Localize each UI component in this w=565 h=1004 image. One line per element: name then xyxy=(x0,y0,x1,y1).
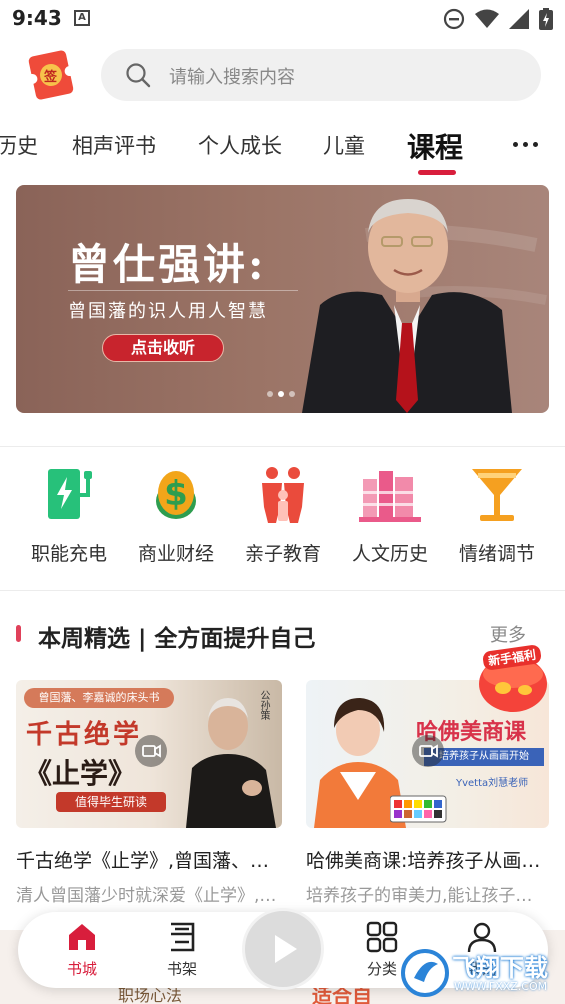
category-parenting[interactable]: 亲子教育 xyxy=(228,463,338,566)
search-bar[interactable]: 请输入搜索内容 xyxy=(101,49,541,101)
search-placeholder: 请输入搜索内容 xyxy=(169,67,295,88)
course-title: 哈佛美商课:培养孩子从画画开始 xyxy=(306,850,549,872)
banner-title: 曾仕强讲: xyxy=(68,240,267,289)
category-skill-charging[interactable]: 职能充电 xyxy=(14,463,124,566)
video-icon xyxy=(135,735,167,767)
active-tab-indicator xyxy=(418,170,456,175)
course-card[interactable]: 哈佛美商课 培养孩子从画画开始 Yvetta刘慧老师 哈佛美商课:培养孩子从画画… xyxy=(306,680,549,906)
course-title: 千古绝学《止学》,曾国藩、李嘉诚的床头书 xyxy=(16,850,282,872)
video-icon xyxy=(412,735,444,767)
tab-crosstalk[interactable]: 相声评书 xyxy=(72,130,156,160)
dnd-icon xyxy=(443,8,465,30)
course-description: 培养孩子的审美力,能让孩子受益一生 xyxy=(306,886,549,906)
more-tabs-button[interactable] xyxy=(508,126,544,162)
category-emotion-regulation[interactable]: 情绪调节 xyxy=(442,463,552,566)
listen-button[interactable]: 点击收听 xyxy=(102,334,224,362)
home-icon xyxy=(69,924,95,950)
tab-children[interactable]: 儿童 xyxy=(323,130,365,160)
site-watermark: 飞翔下载 WWW.FXXZ.COM xyxy=(400,946,560,1002)
nav-bookshelf[interactable]: 书架 xyxy=(152,920,212,979)
wifi-icon xyxy=(475,9,499,28)
banner-subtitle: 曾国藩的识人用人智慧 xyxy=(68,301,268,322)
lecturer-photo xyxy=(186,698,276,828)
grid-icon xyxy=(366,921,398,953)
play-icon xyxy=(275,935,297,963)
cocktail-icon xyxy=(472,469,522,521)
status-bar: 9:43 A xyxy=(0,0,565,40)
books-icon xyxy=(359,471,421,522)
logo-text: 签 xyxy=(44,70,58,85)
promo-banner[interactable]: 曾仕强讲: 曾国藩的识人用人智慧 点击收听 xyxy=(16,185,549,413)
signal-icon xyxy=(509,9,529,29)
watermark-logo-icon xyxy=(401,949,449,997)
palette-image xyxy=(390,795,447,823)
lecturer-portrait xyxy=(302,199,512,413)
category-tabs: 历史 相声评书 个人成长 儿童 课程 xyxy=(0,118,490,180)
battery-icon xyxy=(539,8,553,30)
course-thumbnail: 曾国藩、李嘉诚的床头书 千古绝学 《止学》 值得毕生研读 公孙策 xyxy=(16,680,282,828)
section-marker xyxy=(16,625,21,642)
course-description: 清人曾国藩少时就深爱《止学》,时时研读 xyxy=(16,886,282,906)
category-grid: 职能充电 $ 商业财经 亲子教育 人文历史 情绪调节 xyxy=(0,463,565,573)
tab-personal-growth[interactable]: 个人成长 xyxy=(198,130,282,160)
family-icon xyxy=(262,467,304,523)
nav-bookstore[interactable]: 书城 xyxy=(52,920,112,979)
tab-courses[interactable]: 课程 xyxy=(407,126,463,166)
course-card[interactable]: 曾国藩、李嘉诚的床头书 千古绝学 《止学》 值得毕生研读 公孙策 千古绝学《止学… xyxy=(16,680,282,906)
category-business-finance[interactable]: $ 商业财经 xyxy=(121,463,231,566)
newcomer-gift-button[interactable]: 新手福利 xyxy=(463,640,553,712)
charging-icon xyxy=(48,469,92,519)
notification-icon: A xyxy=(74,10,90,26)
tab-history[interactable]: 历史 xyxy=(0,130,38,160)
status-time: 9:43 xyxy=(12,6,62,30)
player-button[interactable] xyxy=(242,908,324,990)
dollar-icon: $ xyxy=(156,471,196,519)
category-humanities-history[interactable]: 人文历史 xyxy=(335,463,445,566)
search-icon xyxy=(126,63,151,88)
bookshelf-icon xyxy=(171,922,195,952)
svg-text:$: $ xyxy=(164,474,188,514)
section-title: 本周精选 | 全方面提升自己 xyxy=(38,626,316,652)
banner-pagination xyxy=(267,391,295,397)
app-logo[interactable]: 签 xyxy=(26,47,76,103)
